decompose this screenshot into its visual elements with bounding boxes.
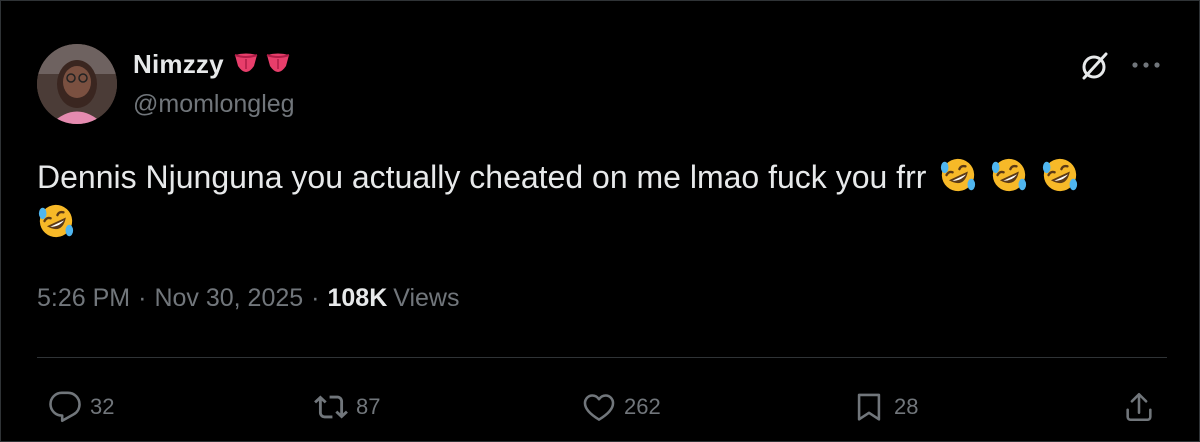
name-emojis bbox=[232, 50, 292, 78]
post-text: Dennis Njunguna you actually cheated on … bbox=[37, 154, 1167, 246]
tongue-emoji-icon bbox=[266, 53, 290, 72]
post-meta: 5:26 PM · Nov 30, 2025 · 108K Views bbox=[37, 284, 460, 313]
more-dots-icon bbox=[1132, 62, 1160, 68]
bookmark-icon bbox=[857, 393, 881, 421]
views-label: Views bbox=[393, 284, 460, 312]
post-time[interactable]: 5:26 PM bbox=[37, 284, 130, 313]
like-count: 262 bbox=[624, 394, 661, 419]
like-button[interactable]: 262 bbox=[582, 385, 661, 429]
tongue-emoji-icon bbox=[234, 53, 258, 72]
rolling-on-floor-laughing-emoji-icon bbox=[1042, 158, 1078, 192]
grok-button[interactable] bbox=[1076, 48, 1112, 84]
views-count: 108K bbox=[327, 284, 388, 312]
rolling-on-floor-laughing-emoji-icon bbox=[992, 158, 1027, 192]
repost-icon bbox=[314, 395, 348, 419]
repost-button[interactable]: 87 bbox=[314, 385, 380, 429]
reply-count: 32 bbox=[90, 394, 115, 419]
rolling-on-floor-laughing-emoji-icon bbox=[941, 158, 976, 192]
author-handle[interactable]: @momlongleg bbox=[133, 90, 295, 119]
divider bbox=[37, 357, 1167, 358]
share-icon bbox=[1126, 392, 1152, 422]
author-name-row: Nimzzy bbox=[133, 48, 292, 80]
post-text-content: Dennis Njunguna you actually cheated on … bbox=[37, 159, 927, 195]
more-options-button[interactable] bbox=[1128, 50, 1164, 80]
heart-icon bbox=[583, 394, 615, 421]
share-button[interactable] bbox=[1122, 385, 1156, 429]
bookmark-button[interactable]: 28 bbox=[852, 385, 918, 429]
meta-separator: · bbox=[311, 284, 320, 312]
repost-count: 87 bbox=[356, 394, 381, 419]
avatar[interactable] bbox=[37, 44, 117, 124]
author-display-name[interactable]: Nimzzy bbox=[133, 49, 224, 80]
reply-button[interactable]: 32 bbox=[48, 385, 114, 429]
avatar-image bbox=[37, 44, 117, 124]
meta-separator: · bbox=[138, 284, 147, 312]
reply-bubble-icon bbox=[49, 391, 81, 423]
action-bar: 32 87 262 28 bbox=[0, 385, 1200, 429]
grok-icon bbox=[1082, 52, 1108, 80]
bookmark-count: 28 bbox=[894, 394, 919, 419]
post-date[interactable]: Nov 30, 2025 bbox=[154, 284, 303, 313]
rolling-on-floor-laughing-emoji-icon bbox=[38, 204, 74, 238]
